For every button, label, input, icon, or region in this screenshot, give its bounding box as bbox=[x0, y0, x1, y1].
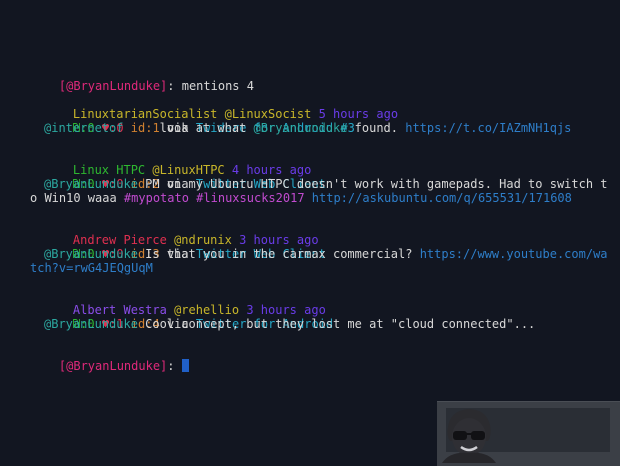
tweet-hashtag[interactable]: #mypotato #linuxsucks2017 bbox=[124, 191, 305, 205]
tweet-text bbox=[305, 191, 312, 205]
tweet-mention[interactable]: @BryanLunduke bbox=[44, 177, 138, 191]
prompt: [@BryanLunduke] bbox=[58, 359, 168, 373]
tweet-header: Albert Westra @rehellio 3 hours ago bbox=[30, 289, 326, 317]
input-prompt-line[interactable]: [@BryanLunduke]: bbox=[30, 345, 189, 373]
tweet-header: LinuxtarianSocialist @LinuxSocist 5 hour… bbox=[30, 93, 398, 121]
tweet-link[interactable]: https://www.youtube.com/wa bbox=[420, 247, 608, 261]
tweet-text: found. bbox=[347, 121, 406, 135]
tweet-link[interactable]: tch?v=rwG4JEQgUqM bbox=[30, 261, 153, 275]
tweet-meta: ₪:0 ♥:0 id:1 via Twidere for Android #3 bbox=[72, 121, 355, 135]
tweet-mention[interactable]: @BryanLunduke bbox=[44, 247, 138, 261]
tweet-text-line: @BryanLunduke PM on my Ubuntu HTPC doesn… bbox=[30, 177, 608, 191]
tweet-text: Cool concept, but they lost me at "cloud… bbox=[137, 317, 536, 331]
tweet-header: Linux HTPC @LinuxHTPC 4 hours ago bbox=[30, 149, 311, 177]
command-line: [@BryanLunduke]: mentions 4 bbox=[58, 79, 254, 93]
tweet-text: Is that you in the carmax commercial? bbox=[137, 247, 420, 261]
webcam-overlay bbox=[437, 401, 620, 466]
tweet-link[interactable]: http://askubuntu.com/q/655531/171608 bbox=[312, 191, 572, 205]
tweet-meta: ₪:0 ♥:0 id:2 via Twitter Web Client bbox=[72, 177, 326, 191]
tweet-mention[interactable]: @BryanLunduke bbox=[254, 121, 348, 135]
tweet-meta: ₪:0 ♥:0 id:3 via Twitter Web Client bbox=[72, 247, 326, 261]
tweet-mention[interactable]: @BryanLunduke bbox=[44, 317, 138, 331]
tweet-text: PM on my Ubuntu HTPC doesn't work with g… bbox=[137, 177, 608, 191]
text-cursor[interactable] bbox=[181, 359, 189, 372]
tweet-mention[interactable]: @internetof bbox=[44, 121, 160, 135]
prompt: [@BryanLunduke] bbox=[58, 79, 168, 93]
tweet-text-line: @internetof look at what @BryanLunduke f… bbox=[30, 121, 571, 135]
tweet-text-line-wrap: tch?v=rwG4JEQgUqM bbox=[30, 261, 153, 275]
tweet-text: o Win10 waaa bbox=[30, 191, 124, 205]
tweet-text-line: @BryanLunduke Is that you in the carmax … bbox=[30, 247, 608, 261]
tweet-header: Andrew Pierce @ndrunix 3 hours ago bbox=[30, 219, 319, 247]
tweet-text: look at what bbox=[159, 121, 254, 135]
tweet-text-line: @BryanLunduke Cool concept, but they los… bbox=[30, 317, 535, 331]
tweet-text-line-wrap: o Win10 waaa #mypotato #linuxsucks2017 h… bbox=[30, 191, 572, 205]
sunglasses-avatar-icon bbox=[442, 409, 496, 463]
tweet-link[interactable]: https://t.co/IAZmNH1qjs bbox=[405, 121, 571, 135]
command-text: mentions 4 bbox=[181, 79, 254, 93]
tweet-meta: ₪:0 ♥:1 id:4 via Twitter for Android bbox=[72, 317, 334, 331]
